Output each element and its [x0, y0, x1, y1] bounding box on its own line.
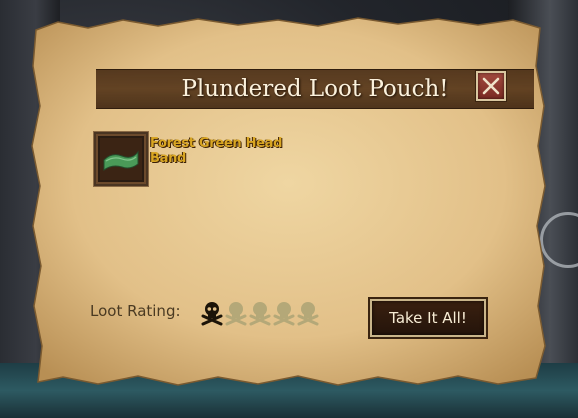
close-x-icon — [482, 77, 500, 95]
game-scene: Plundered Loot Pouch! Forest Green Head … — [0, 0, 578, 418]
skull-and-crossbones-icon — [249, 302, 271, 326]
loot-rating-label: Loot Rating: — [90, 302, 181, 320]
skull-and-crossbones-icon — [273, 302, 295, 326]
green-head-band-icon[interactable] — [94, 132, 148, 186]
item-name: Forest Green Head Band — [150, 136, 283, 166]
title-bar: Plundered Loot Pouch! — [96, 69, 534, 109]
skull-and-crossbones-icon — [225, 302, 247, 326]
loot-pouch-window: Plundered Loot Pouch! Forest Green Head … — [28, 16, 548, 388]
take-it-all-button[interactable]: Take It All! — [370, 299, 486, 337]
close-button[interactable] — [476, 71, 506, 101]
skull-and-crossbones-icon — [297, 302, 319, 326]
skull-and-crossbones-icon — [201, 302, 223, 326]
loot-item[interactable]: Forest Green Head Band — [94, 132, 294, 192]
window-title: Plundered Loot Pouch! — [181, 76, 449, 102]
loot-rating-skulls — [200, 300, 320, 326]
